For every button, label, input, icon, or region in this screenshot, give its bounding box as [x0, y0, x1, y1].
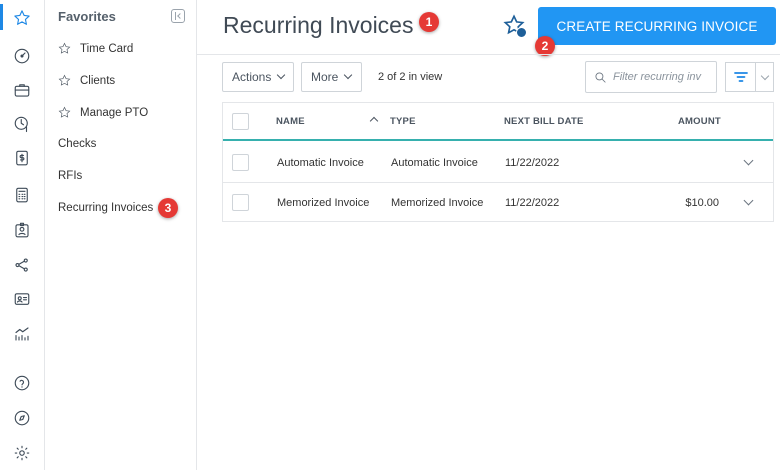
favorites-title: Favorites	[58, 9, 116, 24]
clock-money-icon[interactable]	[11, 113, 33, 135]
sidebar-item-clients[interactable]: Clients	[58, 74, 115, 87]
sidebar-item-time-card[interactable]: Time Card	[58, 42, 133, 55]
search-input[interactable]	[613, 71, 717, 83]
callout-badge-1: 1	[419, 12, 439, 32]
column-header-amount[interactable]: AMOUNT	[678, 116, 721, 127]
table-row[interactable]: Automatic Invoice Automatic Invoice 11/2…	[223, 143, 773, 183]
filter-options-dropdown[interactable]	[755, 62, 774, 92]
expand-row-chevron-icon[interactable]	[743, 155, 754, 166]
cell-name: Automatic Invoice	[277, 157, 364, 169]
calculator-icon[interactable]	[11, 184, 33, 206]
sidebar-item-label: Recurring Invoices	[58, 202, 154, 214]
table-header: NAME TYPE NEXT BILL DATE AMOUNT	[223, 103, 773, 141]
more-dropdown[interactable]: More	[301, 62, 362, 92]
sidebar-item-checks[interactable]: Checks	[58, 138, 96, 150]
id-badge-icon[interactable]	[11, 219, 33, 241]
row-count-text: 2 of 2 in view	[378, 71, 443, 83]
star-icon[interactable]	[11, 7, 33, 29]
favorite-star-icon[interactable]	[503, 14, 527, 38]
column-header-name[interactable]: NAME	[276, 116, 305, 127]
sidebar-item-label: Manage PTO	[80, 106, 149, 119]
chevron-down-icon	[344, 70, 353, 80]
cell-next-bill-date: 11/22/2022	[505, 157, 560, 169]
cell-type: Automatic Invoice	[391, 157, 478, 169]
expand-row-chevron-icon[interactable]	[743, 195, 754, 206]
sidebar-item-label: Clients	[80, 74, 116, 87]
sidebar-item-recurring-invoices[interactable]: Recurring Invoices	[58, 202, 153, 214]
dashboard-icon[interactable]	[11, 45, 33, 67]
star-outline-icon	[58, 74, 71, 87]
cell-name: Memorized Invoice	[277, 197, 370, 209]
sidebar-item-label: Time Card	[80, 42, 134, 55]
callout-badge-3: 3	[158, 198, 178, 218]
collapse-sidebar-button[interactable]	[171, 9, 185, 23]
compass-icon[interactable]	[11, 407, 33, 429]
star-outline-icon	[58, 106, 71, 119]
search-icon	[595, 71, 606, 83]
chevron-down-icon	[277, 70, 286, 80]
help-icon[interactable]	[11, 372, 33, 394]
star-outline-icon	[58, 42, 71, 55]
sidebar-item-manage-pto[interactable]: Manage PTO	[58, 106, 148, 119]
sidebar: Favorites Time Card Clients Manage PTO C…	[45, 0, 197, 470]
actions-label: Actions	[232, 70, 272, 84]
chart-icon[interactable]	[11, 323, 33, 345]
callout-badge-2: 2	[535, 36, 555, 56]
more-label: More	[311, 70, 339, 84]
create-recurring-invoice-button[interactable]: CREATE RECURRING INVOICE	[538, 7, 776, 45]
page-title: Recurring Invoices	[223, 12, 414, 38]
filter-button[interactable]	[725, 62, 755, 92]
share-icon[interactable]	[11, 254, 33, 276]
chevron-down-icon	[760, 71, 769, 80]
settings-icon[interactable]	[11, 442, 33, 464]
sidebar-item-label: RFIs	[58, 170, 83, 182]
favorite-status-dot	[516, 27, 527, 38]
row-checkbox[interactable]	[232, 154, 249, 171]
sidebar-item-rfis[interactable]: RFIs	[58, 170, 82, 182]
actions-dropdown[interactable]: Actions	[222, 62, 294, 92]
sort-ascending-icon[interactable]	[369, 116, 379, 126]
cell-type: Memorized Invoice	[391, 197, 484, 209]
row-checkbox[interactable]	[232, 194, 249, 211]
invoices-table: NAME TYPE NEXT BILL DATE AMOUNT Automati…	[222, 102, 774, 222]
briefcase-icon[interactable]	[11, 79, 33, 101]
dollar-doc-icon[interactable]	[11, 147, 33, 169]
table-row[interactable]: Memorized Invoice Memorized Invoice 11/2…	[223, 183, 773, 223]
column-header-next-bill-date[interactable]: NEXT BILL DATE	[504, 116, 584, 127]
select-all-checkbox[interactable]	[232, 113, 249, 130]
cell-next-bill-date: 11/22/2022	[505, 197, 560, 209]
column-header-type[interactable]: TYPE	[390, 116, 416, 127]
filter-icon	[733, 72, 748, 82]
main-content: Recurring Invoices 1 CREATE RECURRING IN…	[197, 0, 780, 470]
contact-card-icon[interactable]	[11, 288, 33, 310]
active-indicator	[0, 4, 3, 30]
header-divider	[197, 54, 780, 55]
search-box[interactable]	[585, 61, 717, 93]
icon-rail	[0, 0, 45, 470]
sidebar-item-label: Checks	[58, 138, 97, 150]
cell-amount: $10.00	[685, 197, 719, 209]
